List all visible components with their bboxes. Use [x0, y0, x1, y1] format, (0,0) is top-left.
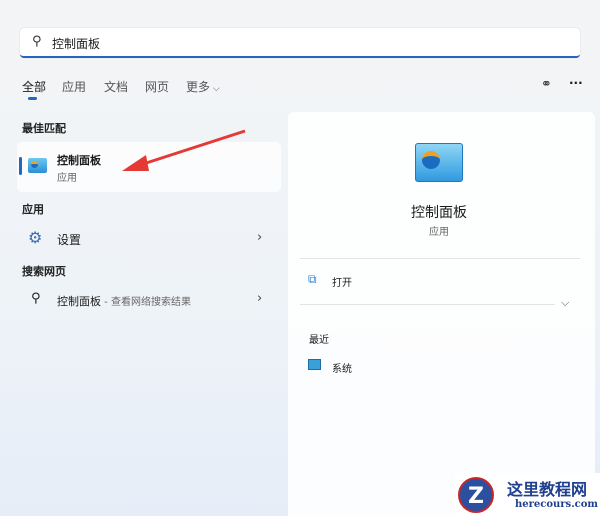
watermark-name: 这里教程网 [507, 480, 588, 499]
annotation-arrow [122, 129, 246, 171]
arrow-head [122, 155, 149, 171]
watermark: Z 这里教程网 herecours.com [455, 473, 600, 516]
arrow-shaft [139, 129, 246, 167]
watermark-url: herecours.com [515, 499, 599, 510]
watermark-logo: Z [458, 477, 494, 513]
